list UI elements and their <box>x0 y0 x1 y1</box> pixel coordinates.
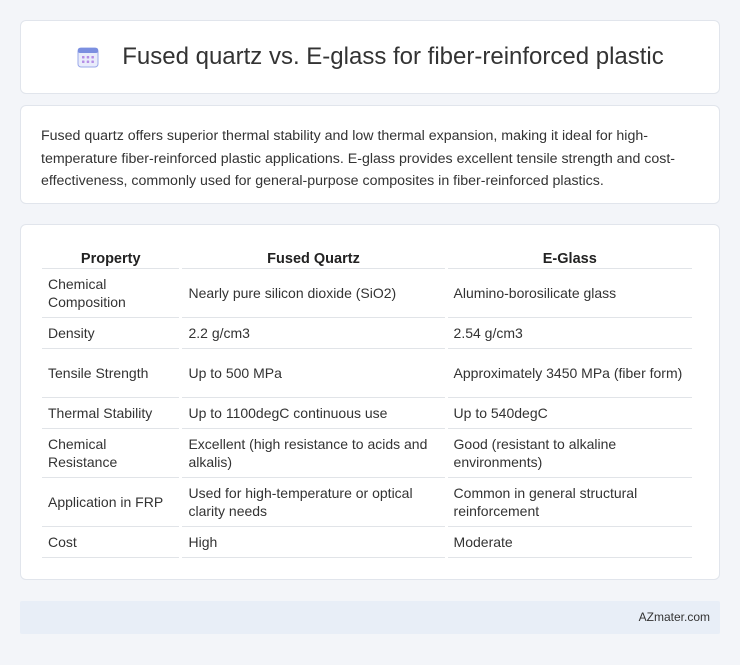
cell-fused-quartz: Up to 500 MPa <box>182 349 445 398</box>
cell-property: Chemical Composition <box>42 269 180 318</box>
summary-text: Fused quartz offers superior thermal sta… <box>41 128 676 189</box>
header-fused-quartz: Fused Quartz <box>182 245 445 269</box>
header-property: Property <box>42 245 180 269</box>
calendar-grid-icon <box>76 45 100 69</box>
cell-property: Application in FRP <box>42 478 180 527</box>
table-row: Cost High Moderate <box>42 527 692 558</box>
cell-e-glass: Moderate <box>447 527 692 558</box>
cell-property: Cost <box>42 527 180 558</box>
cell-fused-quartz: 2.2 g/cm3 <box>182 318 445 349</box>
cell-property: Density <box>42 318 180 349</box>
table-row: Thermal Stability Up to 1100degC continu… <box>42 398 692 429</box>
page-title: Fused quartz vs. E-glass for fiber-reinf… <box>122 43 664 70</box>
table-row: Tensile Strength Up to 500 MPa Approxima… <box>42 349 692 398</box>
table-row: Density 2.2 g/cm3 2.54 g/cm3 <box>42 318 692 349</box>
cell-property: Tensile Strength <box>42 349 180 398</box>
footer-brand: AZmater.com <box>638 610 710 624</box>
table-header-row: Property Fused Quartz E-Glass <box>42 245 692 269</box>
cell-e-glass: Common in general structural reinforceme… <box>447 478 692 527</box>
header-e-glass: E-Glass <box>447 245 692 269</box>
cell-fused-quartz: Excellent (high resistance to acids and … <box>182 429 445 478</box>
title-card: Fused quartz vs. E-glass for fiber-reinf… <box>20 20 720 94</box>
cell-fused-quartz: Used for high-temperature or optical cla… <box>182 478 445 527</box>
comparison-table-card: Property Fused Quartz E-Glass Chemical C… <box>20 224 720 580</box>
cell-fused-quartz: Nearly pure silicon dioxide (SiO2) <box>182 269 445 318</box>
cell-e-glass: 2.54 g/cm3 <box>447 318 692 349</box>
cell-property: Chemical Resistance <box>42 429 180 478</box>
comparison-table: Property Fused Quartz E-Glass Chemical C… <box>39 245 695 558</box>
cell-e-glass: Good (resistant to alkaline environments… <box>447 429 692 478</box>
table-row: Chemical Resistance Excellent (high resi… <box>42 429 692 478</box>
footer-bar: AZmater.com <box>20 601 720 634</box>
cell-e-glass: Up to 540degC <box>447 398 692 429</box>
cell-e-glass: Approximately 3450 MPa (fiber form) <box>447 349 692 398</box>
cell-property: Thermal Stability <box>42 398 180 429</box>
cell-e-glass: Alumino-borosilicate glass <box>447 269 692 318</box>
table-row: Chemical Composition Nearly pure silicon… <box>42 269 692 318</box>
table-row: Application in FRP Used for high-tempera… <box>42 478 692 527</box>
cell-fused-quartz: High <box>182 527 445 558</box>
cell-fused-quartz: Up to 1100degC continuous use <box>182 398 445 429</box>
summary-card: Fused quartz offers superior thermal sta… <box>20 105 720 204</box>
